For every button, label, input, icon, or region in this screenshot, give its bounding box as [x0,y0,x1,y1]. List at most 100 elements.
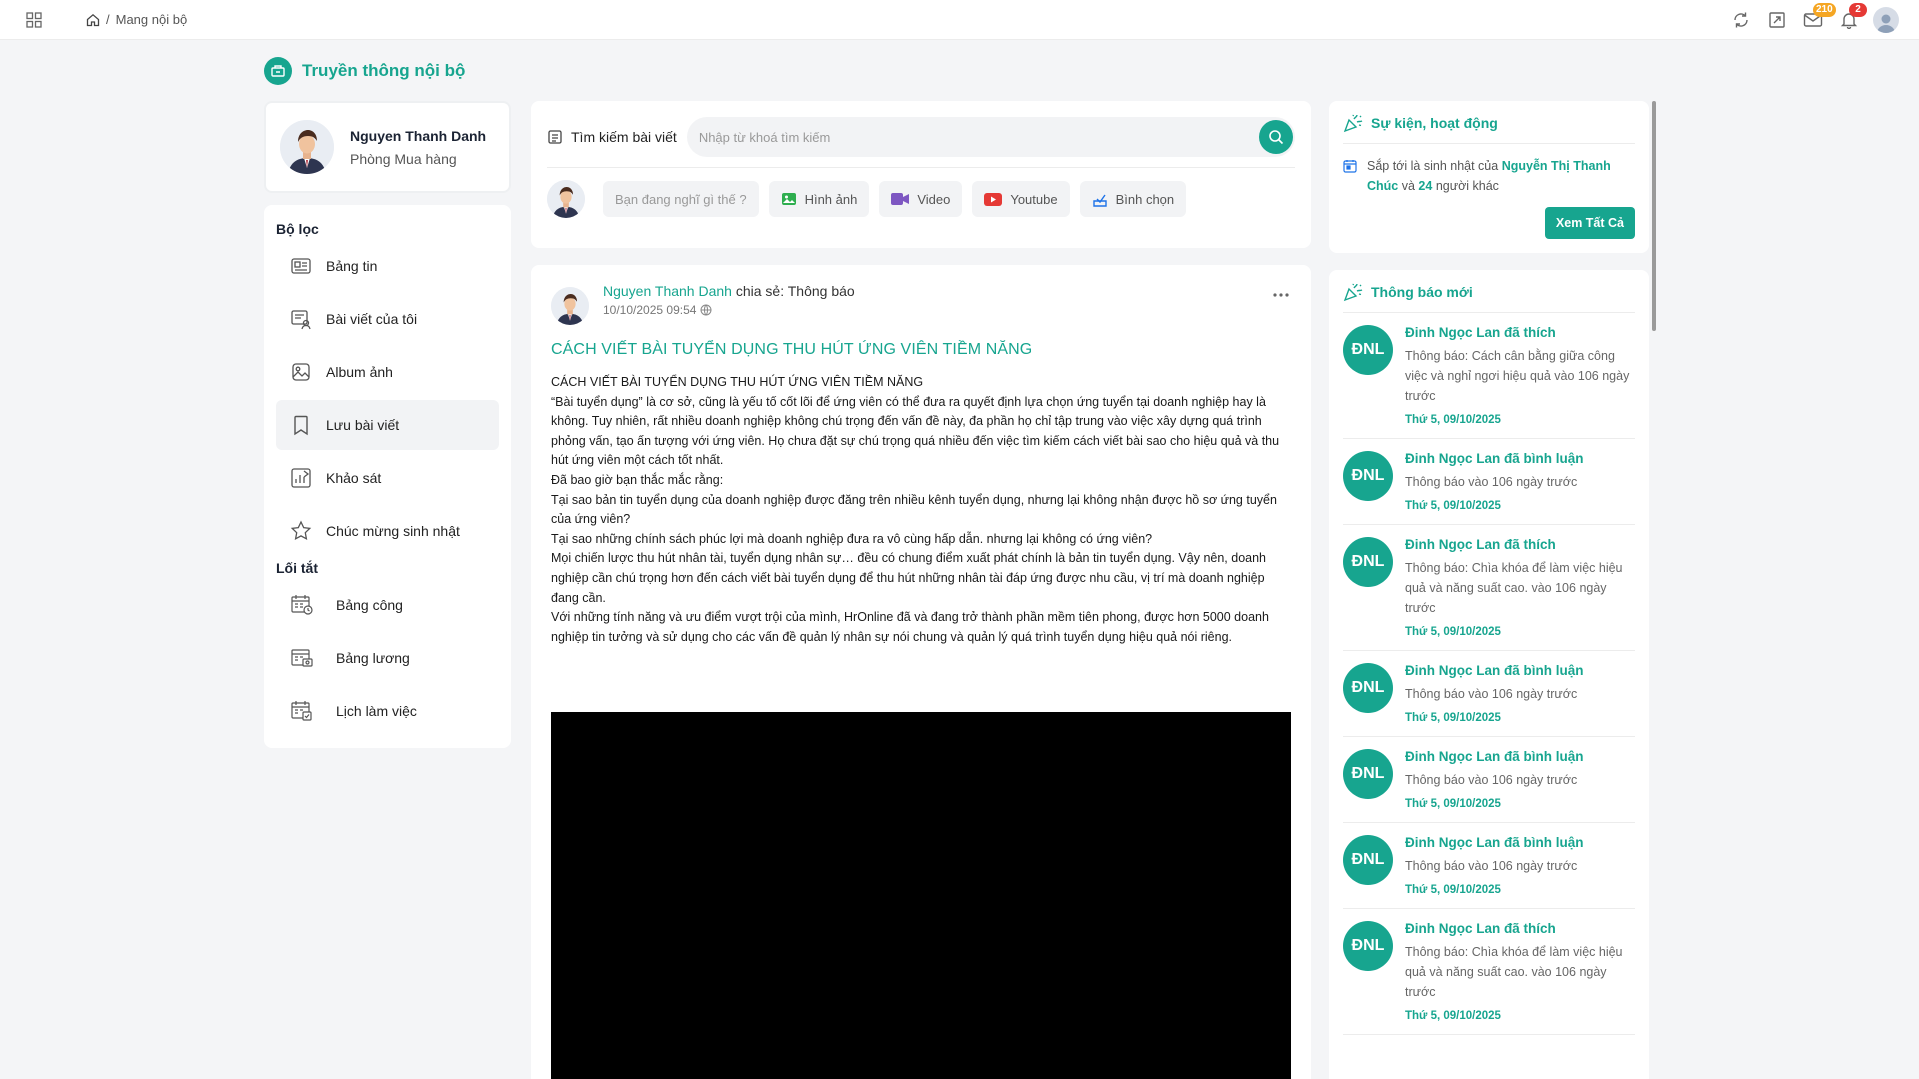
notification-title: Đinh Ngọc Lan đã bình luận [1405,451,1584,466]
notification-item[interactable]: ĐNL Đinh Ngọc Lan đã bình luận Thông báo… [1343,823,1635,909]
poll-button-label: Bình chọn [1115,191,1175,207]
notification-date: Thứ 5, 09/10/2025 [1405,798,1501,810]
filter-item-newsfeed[interactable]: Bảng tin [276,241,499,291]
shortcut-item-schedule[interactable]: Lịch làm việc [276,686,499,736]
events-heading: Sự kiện, hoạt động [1371,115,1498,131]
birthday-suffix: người khác [1435,179,1499,193]
notification-desc: Thông báo vào 106 ngày trước [1405,687,1578,701]
party-popper-icon [1343,113,1363,133]
my-posts-icon [290,308,312,330]
shortcut-item-timesheet[interactable]: Bảng công [276,580,499,630]
filter-item-survey[interactable]: Khảo sát [276,453,499,503]
video-player[interactable] [551,712,1291,1079]
divider [1343,143,1635,144]
notification-item[interactable]: ĐNL Đinh Ngọc Lan đã thích Thông báo: Cá… [1343,313,1635,439]
post-title[interactable]: CÁCH VIẾT BÀI TUYỂN DỤNG THU HÚT ỨNG VIÊ… [551,341,1291,359]
breadcrumb-current[interactable]: Mang nội bộ [116,12,188,27]
post-paragraph: CÁCH VIẾT BÀI TUYỂN DỤNG THU HÚT ỨNG VIÊ… [551,375,924,389]
notification-item[interactable]: ĐNL Đinh Ngọc Lan đã thích Thông báo: Ch… [1343,909,1635,1035]
filter-menu: Bộ lọc Bảng tin Bài viết của tôi Album ả… [264,205,511,748]
poll-button[interactable]: Bình chọn [1079,181,1187,217]
post-paragraph: Mọi chiến lược thu hút nhân tài, tuyển d… [551,551,1267,605]
schedule-icon [290,700,314,722]
fullscreen-icon[interactable] [1765,8,1789,32]
notification-date: Thứ 5, 09/10/2025 [1405,884,1501,896]
notification-date: Thứ 5, 09/10/2025 [1405,712,1501,724]
image-album-icon [290,361,312,383]
notification-desc: Thông báo vào 106 ngày trước [1405,475,1578,489]
filter-item-label: Bài viết của tôi [326,311,418,327]
post-paragraph: Với những tính năng và ưu điểm vượt trội… [551,610,1269,644]
youtube-button[interactable]: Youtube [972,181,1070,217]
survey-chart-icon [290,467,312,489]
view-all-button[interactable]: Xem Tất Cả [1544,207,1635,239]
filter-item-label: Khảo sát [326,470,382,486]
post-paragraph: Tại sao những chính sách phúc lợi mà doa… [551,531,1153,546]
notification-title: Đinh Ngọc Lan đã thích [1405,921,1556,936]
post-paragraph: Đã bao giờ bạn thắc mắc rằng: [551,472,724,487]
bell-icon[interactable]: 2 [1837,3,1867,32]
notification-avatar: ĐNL [1343,835,1393,885]
image-button-label: Hình ảnh [804,191,858,207]
profile-card[interactable]: Nguyen Thanh Danh Phòng Mua hàng [264,101,511,193]
post-shared-text: chia sẻ: Thông báo [735,283,855,299]
notification-date: Thứ 5, 09/10/2025 [1405,1010,1501,1022]
poll-box-icon [1092,191,1108,207]
search-input[interactable] [698,129,1236,145]
status-input[interactable]: Bạn đang nghĩ gì thế ? [603,181,759,217]
birthday-text: Sắp tới là sinh nhật của Nguyễn Thị Than… [1367,156,1635,196]
more-options-icon[interactable] [1273,293,1289,297]
top-bar: / Mang nội bộ 210 2 [0,0,1919,40]
post-author-avatar[interactable] [551,287,589,325]
shortcut-heading: Lối tắt [276,560,318,576]
post-body: CÁCH VIẾT BÀI TUYỂN DỤNG THU HÚT ỨNG VIÊ… [551,373,1291,647]
filter-heading: Bộ lọc [276,221,319,237]
profile-avatar [280,120,334,174]
profile-department: Phòng Mua hàng [350,150,457,167]
divider [547,167,1295,168]
search-bar [686,117,1295,157]
video-button[interactable]: Video [879,181,963,217]
document-icon [547,129,563,145]
home-icon[interactable] [86,13,100,27]
filter-item-my-posts[interactable]: Bài viết của tôi [276,294,499,344]
notification-badge: 2 [1849,3,1867,17]
birthday-count: 24 [1418,179,1433,193]
profile-name[interactable]: Nguyen Thanh Danh [350,128,486,144]
notification-title: Đinh Ngọc Lan đã bình luận [1405,835,1584,850]
page-title: Truyền thông nội bộ [302,61,466,80]
notification-item[interactable]: ĐNL Đinh Ngọc Lan đã bình luận Thông báo… [1343,439,1635,525]
search-label: Tìm kiếm bài viết [571,129,677,145]
notification-item[interactable]: ĐNL Đinh Ngọc Lan đã bình luận Thông báo… [1343,651,1635,737]
search-button[interactable] [1259,120,1293,154]
communication-icon [264,57,292,85]
video-camera-icon [891,192,910,206]
notification-desc: Thông báo: Cách cân bằng giữa công việc … [1405,349,1630,403]
user-avatar[interactable] [1873,7,1899,33]
notification-item[interactable]: ĐNL Đinh Ngọc Lan đã bình luận Thông báo… [1343,737,1635,823]
filter-item-album[interactable]: Album ảnh [276,347,499,397]
filter-item-birthday[interactable]: Chúc mừng sinh nhật [276,506,499,556]
post-paragraph: “Bài tuyển dụng” là cơ sở, cũng là yếu t… [551,394,1280,468]
post-date: 10/10/2025 09:54 [603,303,697,317]
notification-avatar: ĐNL [1343,921,1393,971]
breadcrumb-separator: / [106,12,110,27]
notification-date: Thứ 5, 09/10/2025 [1405,626,1501,638]
post-author[interactable]: Nguyen Thanh Danh [603,283,732,299]
right-panel-scrollbar[interactable] [1652,101,1656,331]
shortcut-item-payroll[interactable]: Bảng lương [276,633,499,683]
party-popper-icon [1343,282,1363,302]
notification-item[interactable]: ĐNL Đinh Ngọc Lan đã thích Thông báo: Ch… [1343,525,1635,651]
filter-item-saved-posts[interactable]: Lưu bài viết [276,400,499,450]
image-button[interactable]: Hình ảnh [768,181,870,217]
timesheet-icon [290,594,314,616]
app-grid-icon[interactable] [26,12,42,28]
events-card: Sự kiện, hoạt động Sắp tới là sinh nhật … [1329,101,1649,253]
notifications-heading: Thông báo mới [1371,284,1473,300]
refresh-icon[interactable] [1729,8,1753,32]
calendar-icon [1343,159,1357,196]
composer-avatar [547,180,585,218]
filter-item-label: Chúc mừng sinh nhật [326,523,460,539]
filter-item-label: Album ảnh [326,364,393,380]
mail-icon[interactable]: 210 [1801,3,1836,32]
